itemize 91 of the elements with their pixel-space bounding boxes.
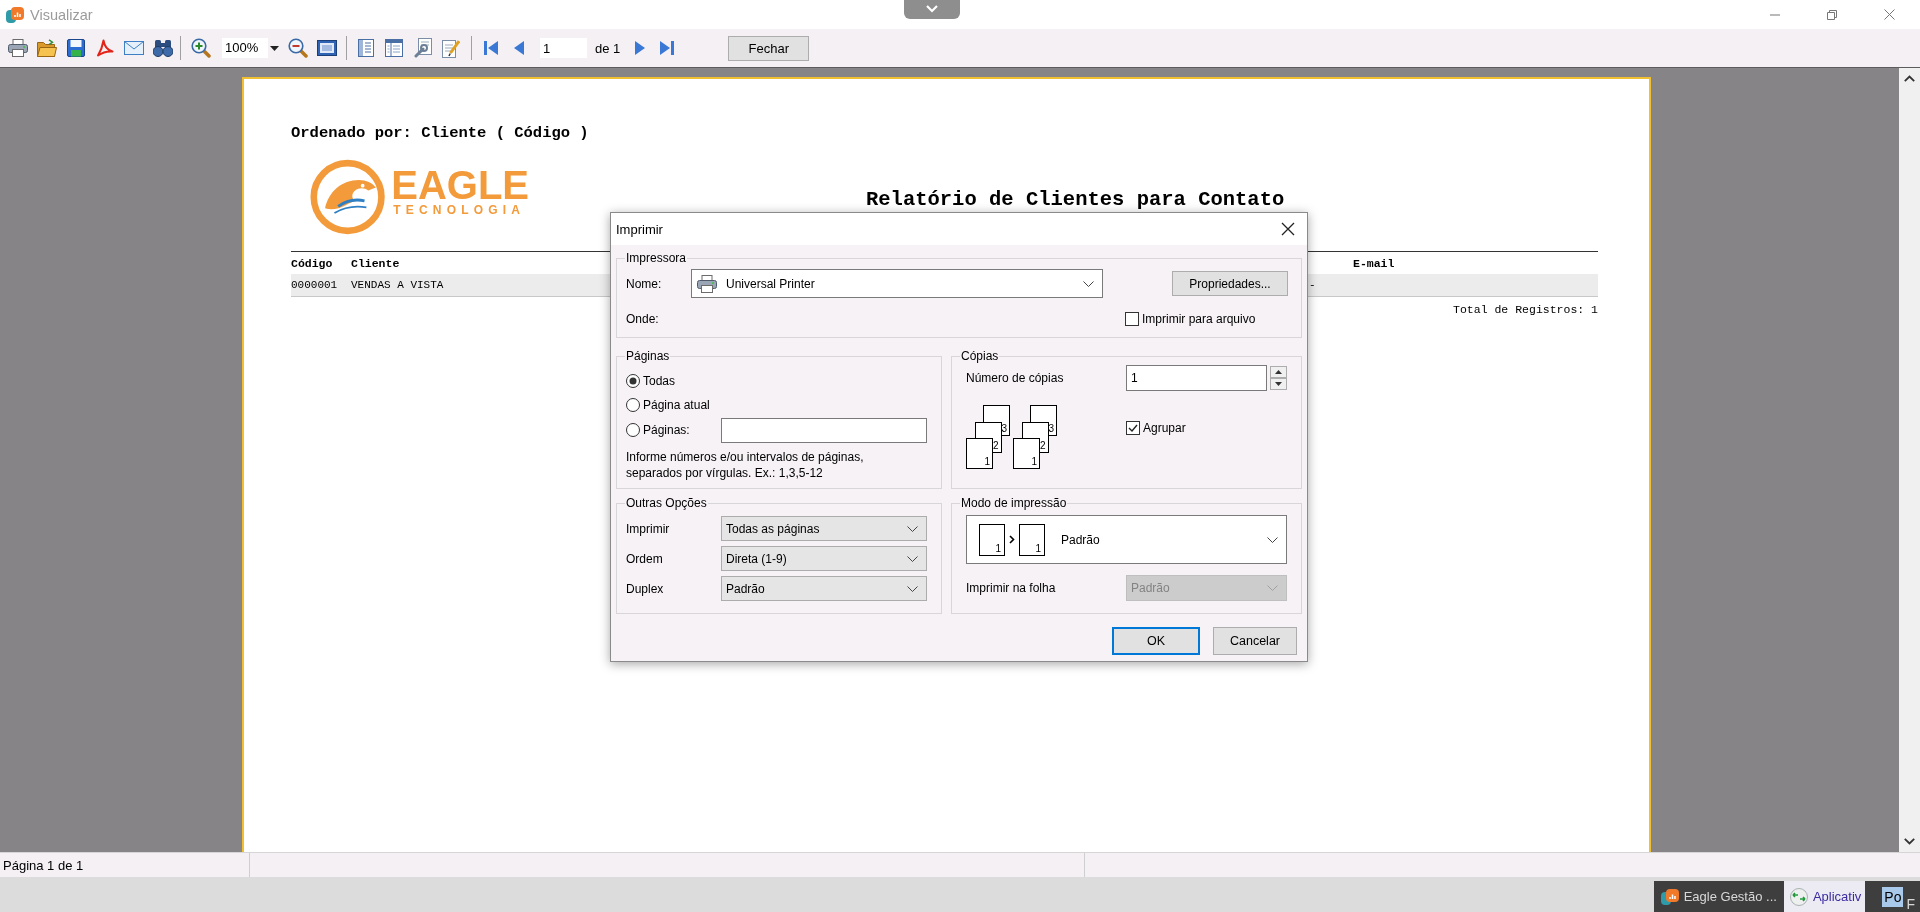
radio-icon[interactable] xyxy=(626,374,640,388)
logo-tagline: TECNOLOGIA xyxy=(393,203,526,217)
cancel-button[interactable]: Cancelar xyxy=(1213,627,1297,655)
chevron-up-icon[interactable] xyxy=(1904,75,1915,82)
chevron-down-icon[interactable] xyxy=(1904,838,1915,845)
chevron-down-icon xyxy=(1083,280,1094,287)
hint-text: Informe números e/ou intervalos de páginas, separados por vírgulas. Ex.: 1,3,5-12 xyxy=(626,449,865,481)
checkbox-icon[interactable] xyxy=(1126,421,1140,435)
zoom-out-icon[interactable] xyxy=(288,38,308,58)
chevron-down-icon xyxy=(907,585,918,592)
page-sidebar-icon[interactable] xyxy=(358,39,374,57)
table-cell: 0000001 xyxy=(291,279,338,291)
field-label: Nome: xyxy=(626,276,662,291)
radio-icon[interactable] xyxy=(626,423,640,437)
table-cell: VENDAS A VISTA xyxy=(351,279,444,291)
chevron-down-icon xyxy=(907,525,918,532)
restore-icon[interactable] xyxy=(1827,9,1837,20)
wrench-page-icon[interactable] xyxy=(414,38,432,58)
chevron-down-icon xyxy=(1267,536,1278,543)
spin-down-icon[interactable] xyxy=(1270,378,1287,390)
eagle-head-icon xyxy=(310,157,386,237)
radio-option[interactable]: Todas xyxy=(626,374,676,388)
swirl-icon[interactable] xyxy=(96,39,114,57)
table-cell: - xyxy=(1309,279,1316,291)
group-title: Modo de impressão xyxy=(960,496,1068,510)
app-tile: Po xyxy=(1882,886,1904,907)
radio-option[interactable]: Páginas: xyxy=(626,423,690,437)
column-header: Código xyxy=(291,256,333,270)
window-title: Visualizar xyxy=(30,6,93,23)
app-logo-icon xyxy=(6,6,24,23)
envelope-icon[interactable] xyxy=(124,41,144,55)
triangle-right-icon[interactable] xyxy=(635,41,646,55)
binoculars-icon[interactable] xyxy=(153,39,173,57)
group-title: Cópias xyxy=(960,349,1000,363)
group-title: Impressora xyxy=(625,251,688,265)
field-label: Ordem xyxy=(626,551,663,566)
app-logo-icon xyxy=(1660,888,1679,905)
field-label: Número de cópias xyxy=(966,371,1064,385)
dropdown[interactable]: Padrão xyxy=(721,576,927,601)
field-label: Imprimir xyxy=(626,521,670,536)
page-count-text: de 1 xyxy=(595,40,621,56)
printer-icon xyxy=(697,274,717,293)
dialog-title: Imprimir xyxy=(616,221,663,237)
spin-up-icon[interactable] xyxy=(1270,366,1287,378)
taskbar-item[interactable]: Eagle Gestão ... xyxy=(1653,881,1784,912)
field-label: Onde: xyxy=(626,312,659,326)
chevron-down-icon xyxy=(907,555,918,562)
printer-dropdown[interactable]: Universal Printer xyxy=(691,269,1103,298)
page-number-field[interactable]: 1 xyxy=(540,38,587,58)
radio-option[interactable]: Página atual xyxy=(626,398,710,412)
vertical-scrollbar[interactable] xyxy=(1899,68,1920,852)
page-range-field[interactable] xyxy=(721,417,927,443)
sort-order-text: Ordenado por: Cliente ( Código ) xyxy=(291,124,589,142)
print-mode-dropdown[interactable]: 1 1 Padrão xyxy=(966,515,1287,564)
dropdown[interactable]: Direta (1-9) xyxy=(721,546,927,571)
close-button[interactable]: Fechar xyxy=(728,35,810,61)
folder-icon[interactable] xyxy=(37,39,57,57)
skip-forward-icon[interactable] xyxy=(660,41,675,55)
collate-drawing: 3 2 1 3 2 1 xyxy=(966,405,1057,469)
group-title: Outras Opções xyxy=(625,496,708,510)
arrows-icon xyxy=(1789,887,1808,906)
framed-screen-icon[interactable] xyxy=(317,40,337,56)
status-text: Página 1 de 1 xyxy=(3,857,84,873)
zoom-in-icon[interactable] xyxy=(191,38,211,58)
copies-field[interactable]: 1 xyxy=(1126,365,1267,391)
chevron-down-icon xyxy=(1267,585,1278,591)
caret-down-icon xyxy=(270,45,279,51)
printer-icon[interactable] xyxy=(8,39,28,57)
dropdown[interactable]: Todas as páginas xyxy=(721,516,927,541)
field-label: Duplex xyxy=(626,581,664,596)
skip-back-icon[interactable] xyxy=(484,41,498,55)
taskbar-item[interactable]: Po F xyxy=(1865,881,1920,912)
group-title: Páginas xyxy=(625,349,671,363)
checkbox-option[interactable]: Imprimir para arquivo xyxy=(1125,312,1256,326)
checkbox-icon[interactable] xyxy=(1125,312,1139,326)
properties-button[interactable]: Propriedades... xyxy=(1172,271,1288,296)
field-label: Imprimir na folha xyxy=(966,581,1056,595)
column-header: E-mail xyxy=(1353,256,1395,270)
logo-wordmark: EAGLE xyxy=(391,167,529,203)
close-icon[interactable] xyxy=(1281,222,1295,236)
checkbox-option[interactable]: Agrupar xyxy=(1126,421,1186,435)
triangle-left-icon[interactable] xyxy=(514,41,524,55)
total-records-text: Total de Registros: 1 xyxy=(1453,303,1598,317)
column-header: Cliente xyxy=(351,256,400,270)
ok-button[interactable]: OK xyxy=(1112,627,1200,655)
taskbar-item[interactable]: Aplicativ xyxy=(1783,881,1866,912)
two-column-page-icon[interactable] xyxy=(385,39,403,57)
sheet-layout-drawing: 1 1 xyxy=(979,523,1045,556)
radio-icon[interactable] xyxy=(626,398,640,412)
pencil-page-icon[interactable] xyxy=(442,38,460,58)
report-title: Relatório de Clientes para Contato xyxy=(866,188,1285,212)
